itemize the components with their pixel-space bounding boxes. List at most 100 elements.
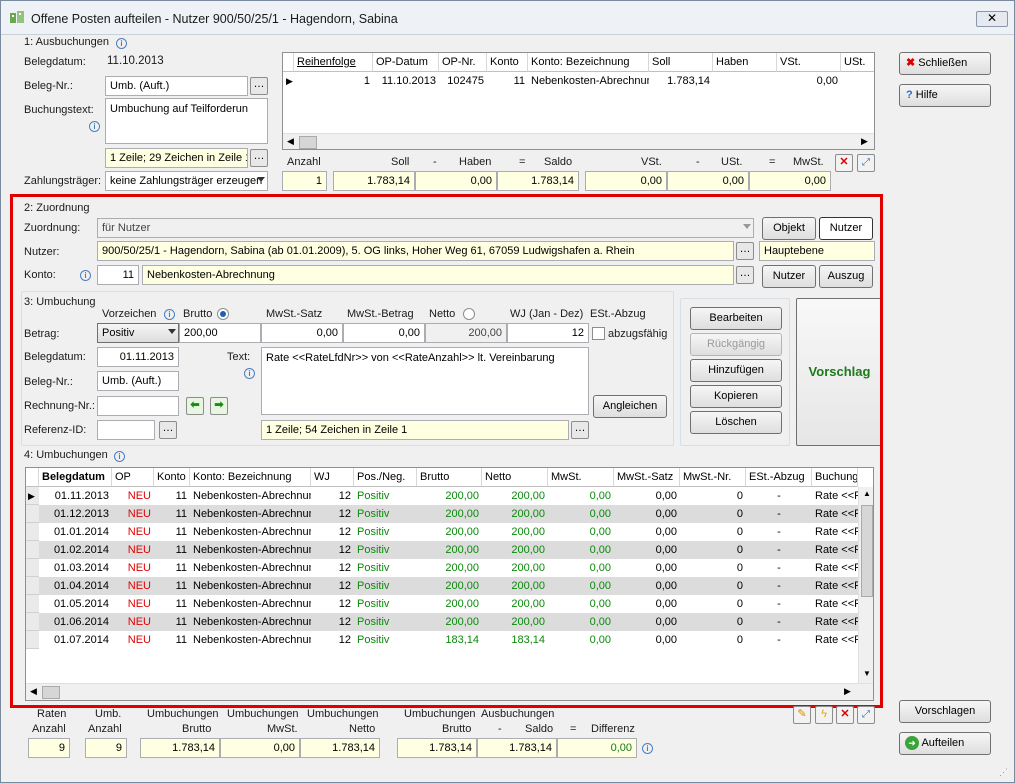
minus-label: -: [696, 156, 700, 168]
saldo-value: 1.783,14: [497, 171, 579, 191]
row-pointer-icon: ▶: [286, 76, 293, 86]
cell: [713, 72, 777, 90]
belegdatum-value: 11.10.2013: [107, 55, 164, 67]
cell: 0,00: [816, 75, 838, 87]
split-button-label: Aufteilen: [921, 737, 965, 749]
info-icon[interactable]: i: [642, 743, 653, 754]
lightning-icon[interactable]: ϟ: [815, 706, 833, 724]
col-header[interactable]: Konto: [487, 53, 528, 72]
help-button[interactable]: ? Hilfe: [899, 84, 991, 107]
zahlungstraeger-label: Zahlungsträger:: [24, 175, 102, 187]
raten-value: 9: [28, 738, 70, 758]
scroll-thumb[interactable]: [299, 136, 317, 149]
ub-brutto2-value: 1.783,14: [397, 738, 477, 758]
window-title: Offene Posten aufteilen - Nutzer 900/50/…: [31, 12, 398, 26]
chevron-down-icon: [257, 177, 265, 182]
info-icon[interactable]: i: [116, 38, 127, 49]
cell: Nebenkosten-Abrechnung: [531, 75, 649, 87]
vst-label: VSt.: [641, 156, 662, 168]
ub-netto-sublabel: Netto: [349, 723, 376, 735]
dialog-window: Offene Posten aufteilen - Nutzer 900/50/…: [0, 0, 1015, 783]
differenz-value: 0,00: [557, 738, 637, 758]
ub-mwst-sublabel: MwSt.: [267, 723, 298, 735]
haben-label: Haben: [459, 156, 492, 168]
cell: 11.10.2013: [381, 75, 436, 87]
umb-value: 9: [85, 738, 127, 758]
expand-icon[interactable]: ⤢: [857, 706, 875, 724]
app-icon: [10, 11, 24, 23]
belegdatum-label: Belegdatum:: [24, 56, 86, 68]
cell: 1: [363, 75, 370, 87]
info-icon[interactable]: i: [89, 121, 100, 132]
pencil-icon[interactable]: ✎: [793, 706, 811, 724]
col-header[interactable]: OP-Nr.: [439, 53, 487, 72]
ust-value: 0,00: [667, 171, 749, 191]
suggest-button[interactable]: Vorschlagen: [899, 700, 991, 723]
vst-value: 0,00: [585, 171, 667, 191]
differenz-label: Differenz: [591, 723, 635, 735]
equals-label: =: [769, 156, 776, 168]
scroll-right-icon[interactable]: ▶: [861, 136, 868, 147]
zahlungstraeger-value: keine Zahlungsträger erzeugen: [110, 175, 263, 187]
split-button[interactable]: ➜ Aufteilen: [899, 732, 991, 755]
cell: 102475: [447, 75, 484, 87]
col-header[interactable]: VSt.: [777, 53, 841, 72]
ub-brutto2-sublabel: Brutto: [442, 723, 472, 735]
mwst-value: 0,00: [749, 171, 831, 191]
horizontal-scrollbar[interactable]: ◀ ▶: [283, 133, 874, 149]
delete-icon[interactable]: ✕: [836, 706, 854, 724]
arrow-right-icon: ➜: [905, 736, 919, 751]
ausbuchungen-saldo-value: 1.783,14: [477, 738, 557, 758]
buchungstext-browse-button[interactable]: …: [250, 149, 268, 167]
col-header[interactable]: Konto: Bezeichnung: [528, 53, 649, 72]
buchungstext-info: 1 Zeile; 29 Zeichen in Zeile 1: [105, 148, 248, 168]
buchungstext-input[interactable]: Umbuchung auf Teilforderun: [105, 98, 268, 144]
raten-label: Raten: [37, 708, 67, 720]
ub-brutto-label: Umbuchungen: [147, 708, 219, 720]
resize-grip-icon[interactable]: ⋰: [999, 767, 1011, 779]
buchungstext-value: Umbuchung auf Teilforderun: [110, 103, 248, 115]
window-close-button[interactable]: ✕: [976, 11, 1008, 27]
minus-label: -: [433, 156, 437, 168]
anzahl-label: Anzahl: [287, 156, 321, 168]
scroll-left-icon[interactable]: ◀: [287, 136, 294, 147]
belegnr-browse-button[interactable]: …: [250, 77, 268, 95]
col-header[interactable]: Reihenfolge: [294, 53, 373, 72]
close-button[interactable]: ✖ Schließen: [899, 52, 991, 75]
col-header[interactable]: Soll: [649, 53, 713, 72]
minus-label: -: [498, 723, 502, 735]
title-bar: Offene Posten aufteilen - Nutzer 900/50/…: [1, 1, 1014, 35]
cell: [841, 72, 874, 90]
umb-anzahl-label: Anzahl: [88, 723, 122, 735]
umb-label: Umb.: [95, 708, 122, 720]
section-1-title: 1: Ausbuchungen: [24, 36, 110, 48]
raten-anzahl-label: Anzahl: [32, 723, 66, 735]
saldo-label: Saldo: [544, 156, 573, 168]
close-button-label: Schließen: [918, 57, 968, 69]
help-button-label: Hilfe: [915, 89, 938, 101]
belegnr-input[interactable]: Umb. (Auft.): [105, 76, 248, 96]
close-icon: ✖: [906, 57, 916, 69]
ausbuchungen-label: Ausbuchungen: [481, 708, 555, 720]
delete-icon[interactable]: ✕: [835, 154, 853, 172]
highlight-frame: [10, 194, 883, 708]
ub-netto-value: 1.783,14: [300, 738, 380, 758]
col-header[interactable]: OP-Datum: [373, 53, 439, 72]
help-icon: ?: [906, 89, 913, 101]
ub-brutto-sublabel: Brutto: [182, 723, 212, 735]
ub-netto-label: Umbuchungen: [307, 708, 379, 720]
ub-brutto-value: 1.783,14: [140, 738, 220, 758]
ausbuchungen-table: Reihenfolge OP-Datum OP-Nr. Konto Konto:…: [282, 52, 875, 150]
cell: 11: [513, 75, 525, 87]
ub-mwst-label: Umbuchungen: [227, 708, 299, 720]
col-header[interactable]: Haben: [713, 53, 777, 72]
haben-value: 0,00: [415, 171, 497, 191]
ub-mwst-value: 0,00: [220, 738, 300, 758]
expand-icon[interactable]: ⤢: [857, 154, 875, 172]
zahlungstraeger-select[interactable]: keine Zahlungsträger erzeugen: [105, 171, 268, 191]
ust-label: USt.: [721, 156, 743, 168]
ausbuchungen-saldo-label: Saldo: [525, 723, 554, 735]
equals-label: =: [519, 156, 526, 168]
soll-value: 1.783,14: [333, 171, 415, 191]
col-header[interactable]: USt.: [841, 53, 874, 72]
